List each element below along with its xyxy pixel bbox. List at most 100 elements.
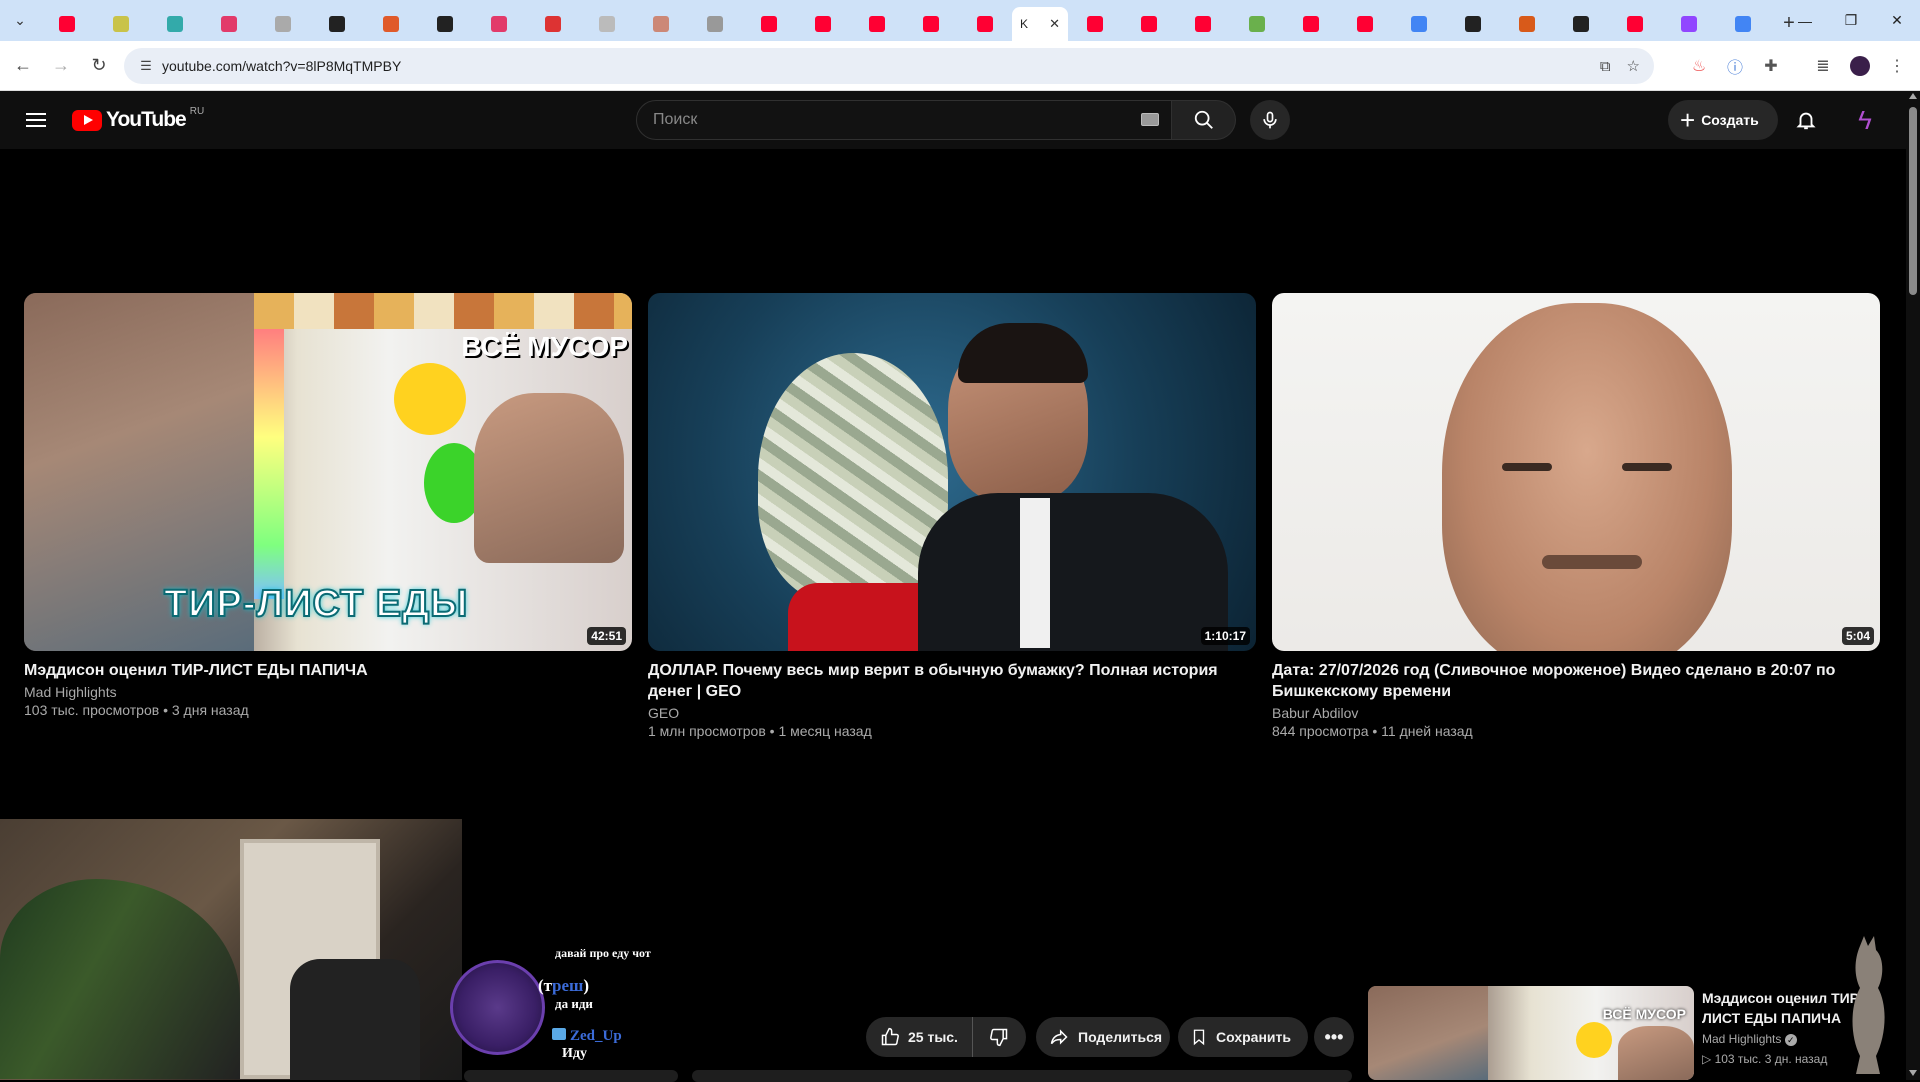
search-button[interactable] bbox=[1172, 100, 1236, 140]
like-count: 25 тыс. bbox=[908, 1029, 958, 1045]
scrollbar-thumb[interactable] bbox=[1909, 107, 1917, 295]
browser-tab-youtube[interactable] bbox=[40, 7, 94, 41]
keyboard-icon[interactable] bbox=[1141, 113, 1159, 126]
browser-tab-k-app[interactable] bbox=[1500, 7, 1554, 41]
video-duration: 42:51 bbox=[587, 627, 626, 645]
video-title[interactable]: ДОЛЛАР. Почему весь мир верит в обычную … bbox=[648, 660, 1256, 702]
url-text[interactable]: youtube.com/watch?v=8lP8MqTMPBY bbox=[162, 58, 401, 74]
browser-tab-r-app[interactable] bbox=[1554, 7, 1608, 41]
youtube-favicon-icon bbox=[1087, 16, 1103, 32]
tab-group-left bbox=[40, 0, 1012, 41]
notifications-button[interactable] bbox=[1786, 100, 1826, 140]
video-card[interactable]: 5:04 Дата: 27/07/2026 год (Сливочное мор… bbox=[1272, 293, 1880, 739]
recommended-thumbnail[interactable]: ВСЁ МУСОР bbox=[1368, 986, 1694, 1080]
youtube-masthead: YouTube RU + Создать ϟ bbox=[0, 91, 1906, 149]
browser-menu-icon[interactable]: ⋮ bbox=[1882, 50, 1912, 82]
browser-tab-grey-circle[interactable] bbox=[580, 7, 634, 41]
browser-tab-tv-app-2[interactable] bbox=[472, 7, 526, 41]
search-input[interactable] bbox=[653, 111, 1123, 129]
scroll-up-arrow-icon[interactable] bbox=[1909, 93, 1917, 99]
browser-tab-google-g[interactable] bbox=[1392, 7, 1446, 41]
recommended-video[interactable]: ВСЁ МУСОР Мэддисон оценил ТИР-ЛИСТ ЕДЫ П… bbox=[1368, 986, 1906, 1080]
tab-search-button[interactable]: ⌄ bbox=[0, 0, 40, 41]
active-tab[interactable]: K ✕ bbox=[1012, 7, 1068, 41]
restore-button[interactable]: ❐ bbox=[1828, 0, 1874, 41]
search-box[interactable] bbox=[636, 100, 1172, 140]
bookmark-icon bbox=[1193, 1029, 1205, 1046]
browser-tab-stripe-s[interactable] bbox=[364, 7, 418, 41]
close-window-button[interactable]: ✕ bbox=[1874, 0, 1920, 41]
video-title[interactable]: Мэддисон оценил ТИР-ЛИСТ ЕДЫ ПАПИЧА bbox=[24, 660, 632, 681]
browser-tab-google-g[interactable] bbox=[1716, 7, 1770, 41]
browser-tab-youtube[interactable] bbox=[1284, 7, 1338, 41]
browser-tab-grey-site[interactable] bbox=[256, 7, 310, 41]
media-control-icon[interactable]: ≣ bbox=[1808, 50, 1838, 82]
profile-avatar[interactable] bbox=[1845, 50, 1875, 82]
extensions-puzzle-icon[interactable]: ✚ bbox=[1756, 50, 1786, 82]
forward-button[interactable]: → bbox=[44, 49, 78, 83]
minimize-button[interactable]: — bbox=[1782, 0, 1828, 41]
dislike-button[interactable] bbox=[973, 1017, 1025, 1057]
save-button[interactable]: Сохранить bbox=[1178, 1017, 1308, 1057]
page-scrollbar[interactable] bbox=[1906, 91, 1920, 1080]
video-card[interactable]: 1:10:17 ДОЛЛАР. Почему весь мир верит в … bbox=[648, 293, 1256, 739]
guide-menu-button[interactable] bbox=[20, 104, 52, 136]
browser-tab-twitch[interactable] bbox=[1662, 7, 1716, 41]
video-thumbnail[interactable]: 5:04 bbox=[1272, 293, 1880, 651]
video-thumbnail[interactable]: 1:10:17 bbox=[648, 293, 1256, 651]
fire-extension-icon[interactable]: ♨ bbox=[1684, 50, 1714, 82]
create-button[interactable]: + Создать bbox=[1668, 100, 1778, 140]
video-title[interactable]: Дата: 27/07/2026 год (Сливочное морожено… bbox=[1272, 660, 1880, 702]
browser-tab-chrome-web[interactable] bbox=[94, 7, 148, 41]
browser-tab-youtube[interactable] bbox=[1176, 7, 1230, 41]
like-button[interactable]: 25 тыс. bbox=[866, 1017, 973, 1057]
browser-tab-youtube[interactable] bbox=[850, 7, 904, 41]
thumbnail-food-row bbox=[254, 293, 632, 329]
channel-name[interactable]: Babur Abdilov bbox=[1272, 705, 1880, 721]
voice-search-button[interactable] bbox=[1250, 100, 1290, 140]
account-avatar[interactable]: ϟ bbox=[1848, 103, 1882, 137]
browser-tab-colorwheel[interactable] bbox=[148, 7, 202, 41]
install-app-icon[interactable]: ⧉ bbox=[1600, 58, 1611, 75]
browser-tab-sheets-b[interactable] bbox=[1230, 7, 1284, 41]
browser-tab-youtube[interactable] bbox=[958, 7, 1012, 41]
grey-circle-favicon-icon bbox=[599, 16, 615, 32]
browser-tab-youtube[interactable] bbox=[1608, 7, 1662, 41]
recommended-channel[interactable]: Mad Highlights ✓ bbox=[1702, 1032, 1797, 1046]
share-button[interactable]: Поделиться bbox=[1036, 1017, 1170, 1057]
back-button[interactable]: ← bbox=[6, 49, 40, 83]
browser-tab-r-app[interactable] bbox=[1446, 7, 1500, 41]
site-info-icon[interactable]: ☰ bbox=[130, 58, 162, 74]
browser-tab-anchor[interactable] bbox=[418, 7, 472, 41]
more-actions-button[interactable]: ••• bbox=[1314, 1017, 1354, 1057]
google-g-favicon-icon bbox=[1735, 16, 1751, 32]
info-extension-icon[interactable]: ⓘ bbox=[1720, 50, 1750, 82]
address-bar[interactable]: ☰ youtube.com/watch?v=8lP8MqTMPBY ⧉ ☆ bbox=[124, 48, 1654, 84]
video-card[interactable]: ВСЁ МУСОР ТИР-ЛИСТ ЕДЫ 42:51 Мэддисон оц… bbox=[24, 293, 632, 718]
tier-list-colors bbox=[254, 329, 284, 599]
youtube-favicon-icon bbox=[1195, 16, 1211, 32]
chat-username-text: Zed_Up bbox=[570, 1028, 622, 1044]
browser-tab-letter-a[interactable] bbox=[310, 7, 364, 41]
youtube-logo[interactable]: YouTube RU bbox=[72, 106, 204, 132]
video-thumbnail[interactable]: ВСЁ МУСОР ТИР-ЛИСТ ЕДЫ 42:51 bbox=[24, 293, 632, 651]
browser-tab-tv-app[interactable] bbox=[202, 7, 256, 41]
close-tab-icon[interactable]: ✕ bbox=[1049, 16, 1060, 32]
channel-name[interactable]: Mad Highlights bbox=[24, 684, 632, 700]
scroll-down-arrow-icon[interactable] bbox=[1909, 1070, 1917, 1076]
browser-tab-youtube[interactable] bbox=[904, 7, 958, 41]
chat-username: Zed_Up bbox=[552, 1028, 622, 1045]
browser-tab-youtube[interactable] bbox=[796, 7, 850, 41]
bookmark-star-icon[interactable]: ☆ bbox=[1627, 57, 1640, 75]
browser-tab-youtube[interactable] bbox=[1122, 7, 1176, 41]
browser-tab-youtube[interactable] bbox=[1068, 7, 1122, 41]
reload-button[interactable]: ↻ bbox=[82, 49, 116, 83]
channel-name[interactable]: GEO bbox=[648, 705, 1256, 721]
browser-tab-youtube[interactable] bbox=[1338, 7, 1392, 41]
man-face bbox=[1442, 303, 1732, 651]
browser-tab-person-2[interactable] bbox=[688, 7, 742, 41]
browser-tab-person[interactable] bbox=[634, 7, 688, 41]
browser-tab-red-ball[interactable] bbox=[526, 7, 580, 41]
bell-icon bbox=[1796, 112, 1816, 130]
browser-tab-youtube[interactable] bbox=[742, 7, 796, 41]
